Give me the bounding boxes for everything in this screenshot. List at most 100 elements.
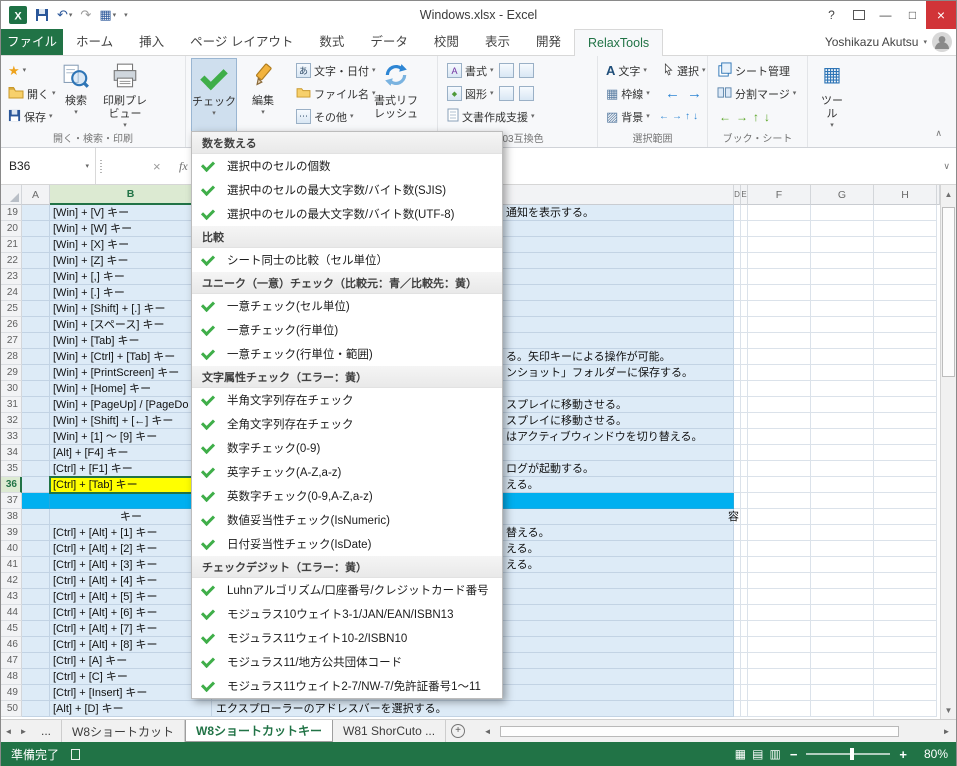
cell-H24[interactable] [874,285,937,301]
sheet-nav-next-button[interactable]: ► [16,720,31,742]
tab-review[interactable]: 校閲 [421,29,472,55]
cell-A26[interactable] [22,317,50,333]
cell-A48[interactable] [22,669,50,685]
cell-D42[interactable] [734,573,741,589]
menu-item[interactable]: モジュラス11ウェイト10-2/ISBN10 [192,626,502,650]
cell-E30[interactable] [741,381,748,397]
cell-E42[interactable] [741,573,748,589]
menu-item[interactable]: 選択中のセルの最大文字数/バイト数(SJIS) [192,178,502,202]
user-name[interactable]: Yoshikazu Akutsu [825,35,919,49]
cell-A21[interactable] [22,237,50,253]
cell-F27[interactable] [748,333,811,349]
cell-G44[interactable] [811,605,874,621]
select-button[interactable]: 選択 ▾ [660,60,709,81]
zoom-level-label[interactable]: 80% [916,747,948,761]
cell-H22[interactable] [874,253,937,269]
cell-G22[interactable] [811,253,874,269]
cell-H48[interactable] [874,669,937,685]
cell-F21[interactable] [748,237,811,253]
cell-H47[interactable] [874,653,937,669]
cell-A36[interactable] [22,477,50,493]
cell-A20[interactable] [22,221,50,237]
menu-item[interactable]: 数字チェック(0-9) [192,436,502,460]
save-ribbon-button[interactable]: 保存 ▾ [5,106,56,127]
cell-F39[interactable] [748,525,811,541]
cell-H26[interactable] [874,317,937,333]
cell-E36[interactable] [741,477,748,493]
cell-G25[interactable] [811,301,874,317]
cell-H39[interactable] [874,525,937,541]
cell-F19[interactable] [748,205,811,221]
cell-A50[interactable] [22,701,50,717]
text-color-button[interactable]: A 文字 ▾ [603,60,650,81]
sheet-tab[interactable]: W81 ShorCuto ... [333,720,447,742]
cell-E23[interactable] [741,269,748,285]
cell-H40[interactable] [874,541,937,557]
row-header-48[interactable]: 48 [1,669,22,685]
cell-G34[interactable] [811,445,874,461]
cell-H19[interactable] [874,205,937,221]
cell-D40[interactable] [734,541,741,557]
cell-E44[interactable] [741,605,748,621]
shapes-extra-icon[interactable] [518,86,534,101]
sheet-nav-prev-button[interactable]: ◄ [1,720,16,742]
normal-view-button[interactable]: ▦ [735,747,746,761]
cell-G21[interactable] [811,237,874,253]
cell-E29[interactable] [741,365,748,381]
ribbon-display-options-button[interactable] [845,1,872,29]
cell-D50[interactable] [734,701,741,717]
cell-F23[interactable] [748,269,811,285]
cell-G46[interactable] [811,637,874,653]
column-header-G[interactable]: G [811,185,874,205]
cell-A22[interactable] [22,253,50,269]
scroll-up-icon[interactable]: ▲ [941,186,956,202]
cell-A35[interactable] [22,461,50,477]
maximize-button[interactable]: □ [899,1,926,29]
cell-G38[interactable] [811,509,874,525]
cell-H50[interactable] [874,701,937,717]
zoom-slider-thumb[interactable] [850,748,855,760]
column-header-B[interactable]: B [50,185,212,205]
cell-H49[interactable] [874,685,937,701]
cell-D20[interactable] [734,221,741,237]
zoom-slider[interactable] [806,748,891,760]
cell-G40[interactable] [811,541,874,557]
cell-D25[interactable] [734,301,741,317]
cell-D48[interactable] [734,669,741,685]
minimize-button[interactable]: — [872,1,899,29]
row-header-28[interactable]: 28 [1,349,22,365]
cell-G35[interactable] [811,461,874,477]
row-header-44[interactable]: 44 [1,605,22,621]
cell-E33[interactable] [741,429,748,445]
row-header-41[interactable]: 41 [1,557,22,573]
tab-view[interactable]: 表示 [472,29,523,55]
cell-G32[interactable] [811,413,874,429]
cell-A33[interactable] [22,429,50,445]
cell-A29[interactable] [22,365,50,381]
check-button[interactable]: チェック ▾ [191,58,237,134]
cell-E48[interactable] [741,669,748,685]
row-header-29[interactable]: 29 [1,365,22,381]
cell-F48[interactable] [748,669,811,685]
cell-E21[interactable] [741,237,748,253]
menu-item[interactable]: 選択中のセルの個数 [192,154,502,178]
cell-D27[interactable] [734,333,741,349]
cell-H31[interactable] [874,397,937,413]
cancel-button[interactable]: × [153,148,161,185]
zoom-in-button[interactable]: + [899,747,907,762]
cell-E45[interactable] [741,621,748,637]
cell-F47[interactable] [748,653,811,669]
page-break-view-button[interactable]: ▥ [769,747,780,761]
cell-G24[interactable] [811,285,874,301]
cell-G36[interactable] [811,477,874,493]
row-header-49[interactable]: 49 [1,685,22,701]
cell-D23[interactable] [734,269,741,285]
tab-page-layout[interactable]: ページ レイアウト [177,29,306,55]
row-header-20[interactable]: 20 [1,221,22,237]
shapes-extra-icon[interactable] [498,86,514,101]
cell-F32[interactable] [748,413,811,429]
cell-A41[interactable] [22,557,50,573]
cell-F34[interactable] [748,445,811,461]
tab-relaxtools[interactable]: RelaxTools [573,29,664,56]
row-header-26[interactable]: 26 [1,317,22,333]
